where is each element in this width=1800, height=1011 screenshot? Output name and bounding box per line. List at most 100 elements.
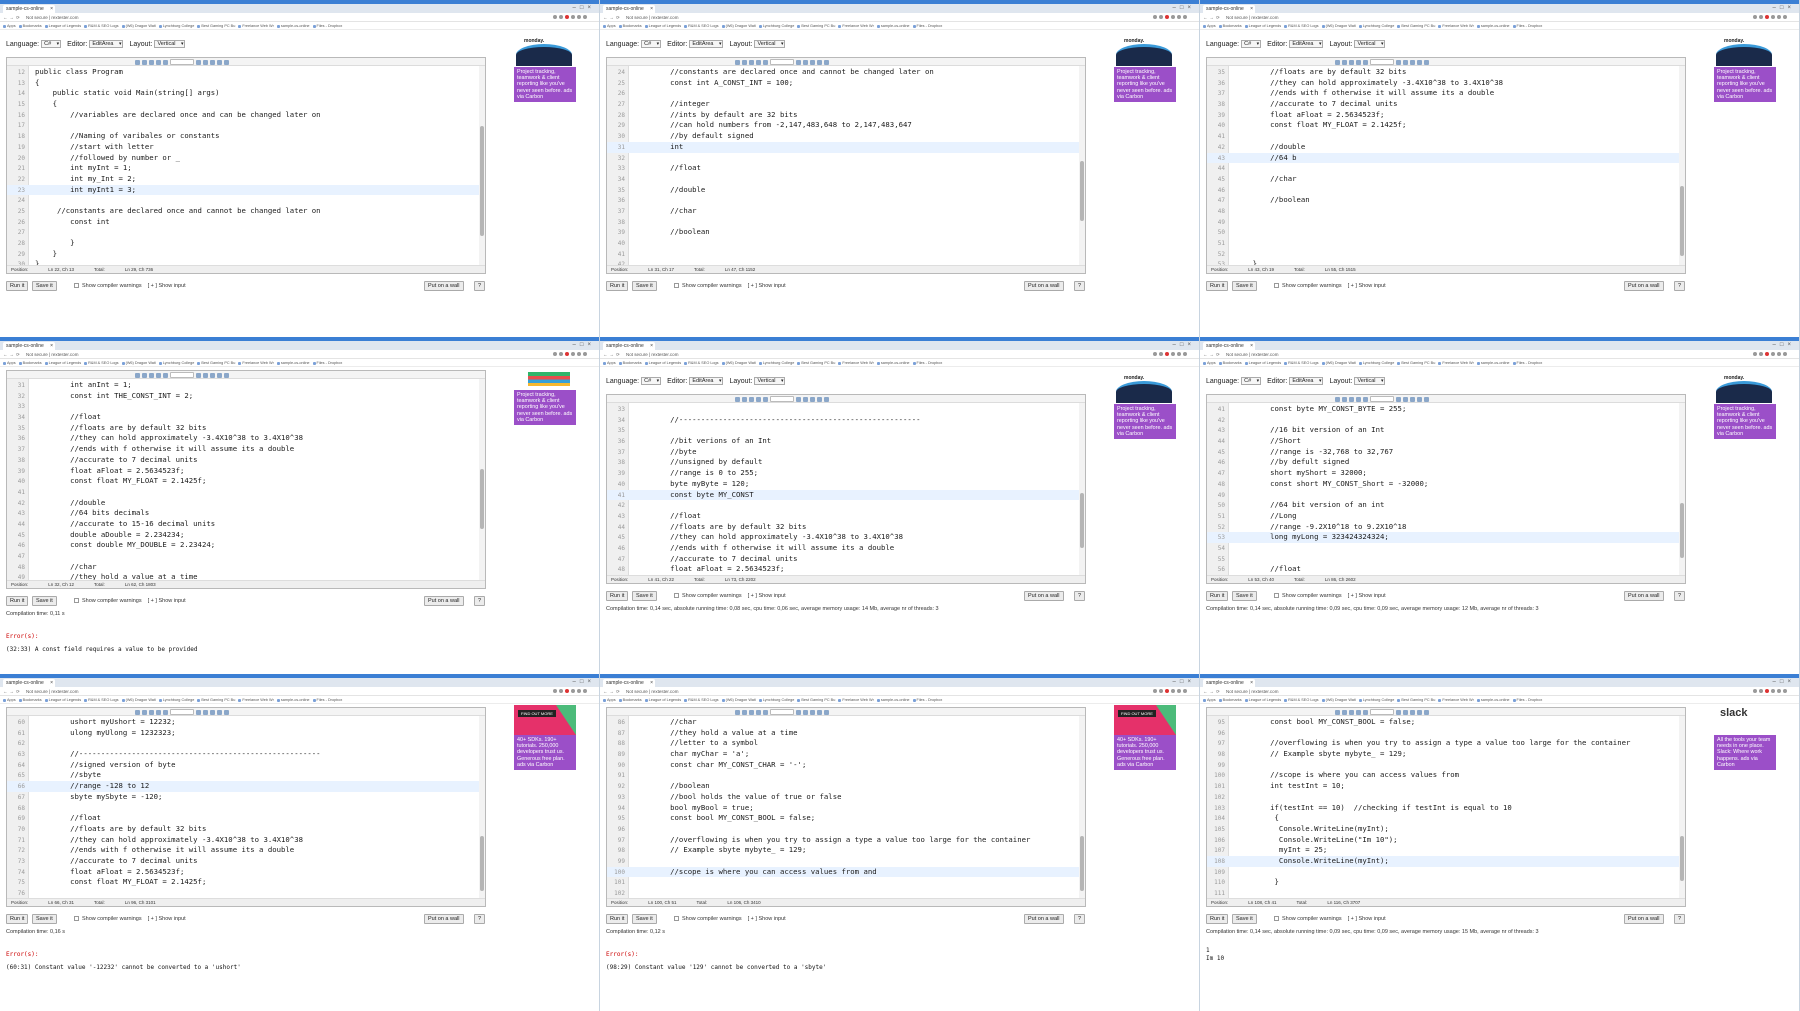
extension-icon[interactable] xyxy=(1765,352,1769,356)
bookmark-item[interactable]: League of Legends xyxy=(644,359,681,366)
search-icon[interactable] xyxy=(135,59,140,65)
scrollbar-thumb[interactable] xyxy=(480,836,484,891)
code-line[interactable]: 111 xyxy=(1207,888,1679,898)
code-line[interactable]: 48 //char xyxy=(7,562,479,573)
font-size-select[interactable] xyxy=(1370,396,1394,402)
editor-select[interactable]: EditArea xyxy=(689,40,724,49)
bookmark-item[interactable]: Freelance Web Wr xyxy=(1438,359,1474,366)
redo-icon[interactable] xyxy=(1363,396,1368,402)
help-button[interactable]: ? xyxy=(1074,281,1086,291)
browser-tab[interactable]: sample-cs-online × xyxy=(3,342,55,350)
url-text[interactable]: Not secure | rextester.com xyxy=(1226,687,1278,696)
code-lines[interactable]: 41 const byte MY_CONST_BYTE = 255; 42 43 /… xyxy=(1207,404,1679,575)
code-line[interactable]: 33 xyxy=(7,401,479,412)
bookmark-item[interactable]: Best Gaming PC Bu xyxy=(797,22,835,29)
extension-icon[interactable] xyxy=(1159,352,1163,356)
run-button[interactable]: Run it xyxy=(6,914,29,924)
scrollbar-thumb[interactable] xyxy=(1680,836,1684,881)
browser-tab[interactable]: sample-cs-online × xyxy=(1203,5,1255,13)
code-line[interactable]: 51 xyxy=(1207,238,1679,249)
code-line[interactable]: 70 //floats are by default 32 bits xyxy=(7,824,479,835)
code-line[interactable]: 47 //accurate to 7 decimal units xyxy=(607,554,1079,565)
save-button[interactable]: Save it xyxy=(1232,591,1257,601)
code-line[interactable]: 40 byte myByte = 120; xyxy=(607,479,1079,490)
code-line[interactable]: 55 xyxy=(1207,554,1679,565)
language-select[interactable]: C# xyxy=(41,40,62,49)
code-line[interactable]: 73 //accurate to 7 decimal units xyxy=(7,856,479,867)
run-button[interactable]: Run it xyxy=(6,281,29,291)
show-input-toggle[interactable]: [ + ] Show input xyxy=(148,916,186,922)
code-line[interactable]: 25 const int A_CONST_INT = 100; xyxy=(607,78,1079,89)
extension-icon[interactable] xyxy=(1783,689,1787,693)
put-on-wall-button[interactable]: Put on a wall xyxy=(424,914,464,924)
sidebar-ad[interactable]: FIND OUT MORE 40+ SDKs. 190+ tutorials. 2… xyxy=(1114,705,1176,771)
help-icon[interactable] xyxy=(224,709,229,715)
highlight-icon[interactable] xyxy=(803,709,808,715)
redo-icon[interactable] xyxy=(763,709,768,715)
url-text[interactable]: Not secure | rextester.com xyxy=(1226,350,1278,359)
language-select[interactable]: C# xyxy=(641,40,662,49)
code-line[interactable]: 17 xyxy=(7,120,479,131)
browser-tab[interactable]: sample-cs-online × xyxy=(603,5,655,13)
extension-icons[interactable] xyxy=(1753,15,1793,20)
compiler-warnings-checkbox[interactable]: Show compiler warnings [ + ] Show input xyxy=(1274,282,1386,290)
code-line[interactable]: 27 xyxy=(7,227,479,238)
word-wrap-icon[interactable] xyxy=(1410,709,1415,715)
code-line[interactable]: 37 //byte xyxy=(607,447,1079,458)
address-bar[interactable]: ←→⟳ Not secure | rextester.com xyxy=(1200,687,1799,696)
code-line[interactable]: 100 //scope is where you can access valu… xyxy=(1207,770,1679,781)
nav-arrows-icon[interactable]: ←→⟳ xyxy=(3,350,22,359)
extension-icon[interactable] xyxy=(571,15,575,19)
compiler-warnings-checkbox[interactable]: Show compiler warnings [ + ] Show input xyxy=(1274,592,1386,600)
code-line[interactable]: 41 const byte MY_CONST xyxy=(607,489,1079,501)
code-editor[interactable]: 24 //constants are declared once and can… xyxy=(606,57,1086,274)
save-icon[interactable] xyxy=(749,396,754,402)
nav-arrows-icon[interactable]: ←→⟳ xyxy=(603,687,622,696)
bookmark-item[interactable]: sample-cs-online xyxy=(276,22,310,29)
bookmark-item[interactable]: Apps xyxy=(603,22,616,29)
bookmark-item[interactable]: Freelance Web Wr xyxy=(238,22,274,29)
bookmark-item[interactable]: (W6) Dragon Wati xyxy=(721,22,756,29)
editor-scrollbar[interactable] xyxy=(1679,403,1685,575)
extension-icon[interactable] xyxy=(559,352,563,356)
code-line[interactable]: 50 //64 bit version of an int xyxy=(1207,500,1679,511)
extension-icon[interactable] xyxy=(1771,352,1775,356)
bookmark-item[interactable]: (W6) Dragon Wati xyxy=(1321,696,1356,703)
run-button[interactable]: Run it xyxy=(1206,281,1229,291)
close-tab-icon[interactable]: × xyxy=(1250,679,1253,687)
pen-icon[interactable] xyxy=(1396,59,1401,65)
code-line[interactable]: 41 xyxy=(607,249,1079,260)
find-out-more-button[interactable]: FIND OUT MORE xyxy=(1118,710,1156,717)
extension-icon[interactable] xyxy=(559,689,563,693)
code-line[interactable]: 45 //range is -32,768 to 32,767 xyxy=(1207,447,1679,458)
code-line[interactable]: 32 xyxy=(607,153,1079,164)
show-input-toggle[interactable]: [ + ] Show input xyxy=(148,283,186,289)
code-line[interactable]: 98 // Example sbyte mybyte_ = 129; xyxy=(1207,749,1679,760)
nav-arrows-icon[interactable]: ←→⟳ xyxy=(1203,13,1222,22)
settings-icon[interactable] xyxy=(817,59,822,65)
code-line[interactable]: 49 xyxy=(1207,217,1679,228)
code-line[interactable]: 35 //double xyxy=(607,185,1079,196)
extension-icon[interactable] xyxy=(1177,352,1181,356)
undo-icon[interactable] xyxy=(156,709,161,715)
settings-icon[interactable] xyxy=(217,59,222,65)
extension-icons[interactable] xyxy=(553,15,593,20)
put-on-wall-button[interactable]: Put on a wall xyxy=(424,281,464,291)
bookmark-item[interactable]: Lynchburg College xyxy=(158,22,194,29)
bookmark-item[interactable]: Freelance Web Wr xyxy=(1438,22,1474,29)
extension-icon[interactable] xyxy=(1165,15,1169,19)
code-line[interactable]: 49 //they hold a value at a time xyxy=(7,572,479,580)
extension-icon[interactable] xyxy=(553,15,557,19)
code-line[interactable]: 53 long myLong = 323424324324; xyxy=(1207,532,1679,543)
code-line[interactable]: 40 const float MY_FLOAT = 2.1425f; xyxy=(7,476,479,487)
extension-icon[interactable] xyxy=(1777,689,1781,693)
bookmark-item[interactable]: League of Legends xyxy=(1244,22,1281,29)
code-line[interactable]: 65 //sbyte xyxy=(7,770,479,781)
editor-select[interactable]: EditArea xyxy=(1289,40,1324,49)
url-text[interactable]: Not secure | rextester.com xyxy=(26,687,78,696)
extension-icons[interactable] xyxy=(1153,689,1193,694)
help-button[interactable]: ? xyxy=(474,281,486,291)
bookmark-item[interactable]: Best Gaming PC Bu xyxy=(197,22,235,29)
code-line[interactable]: 67 sbyte mySbyte = -120; xyxy=(7,792,479,803)
extension-icon[interactable] xyxy=(571,352,575,356)
